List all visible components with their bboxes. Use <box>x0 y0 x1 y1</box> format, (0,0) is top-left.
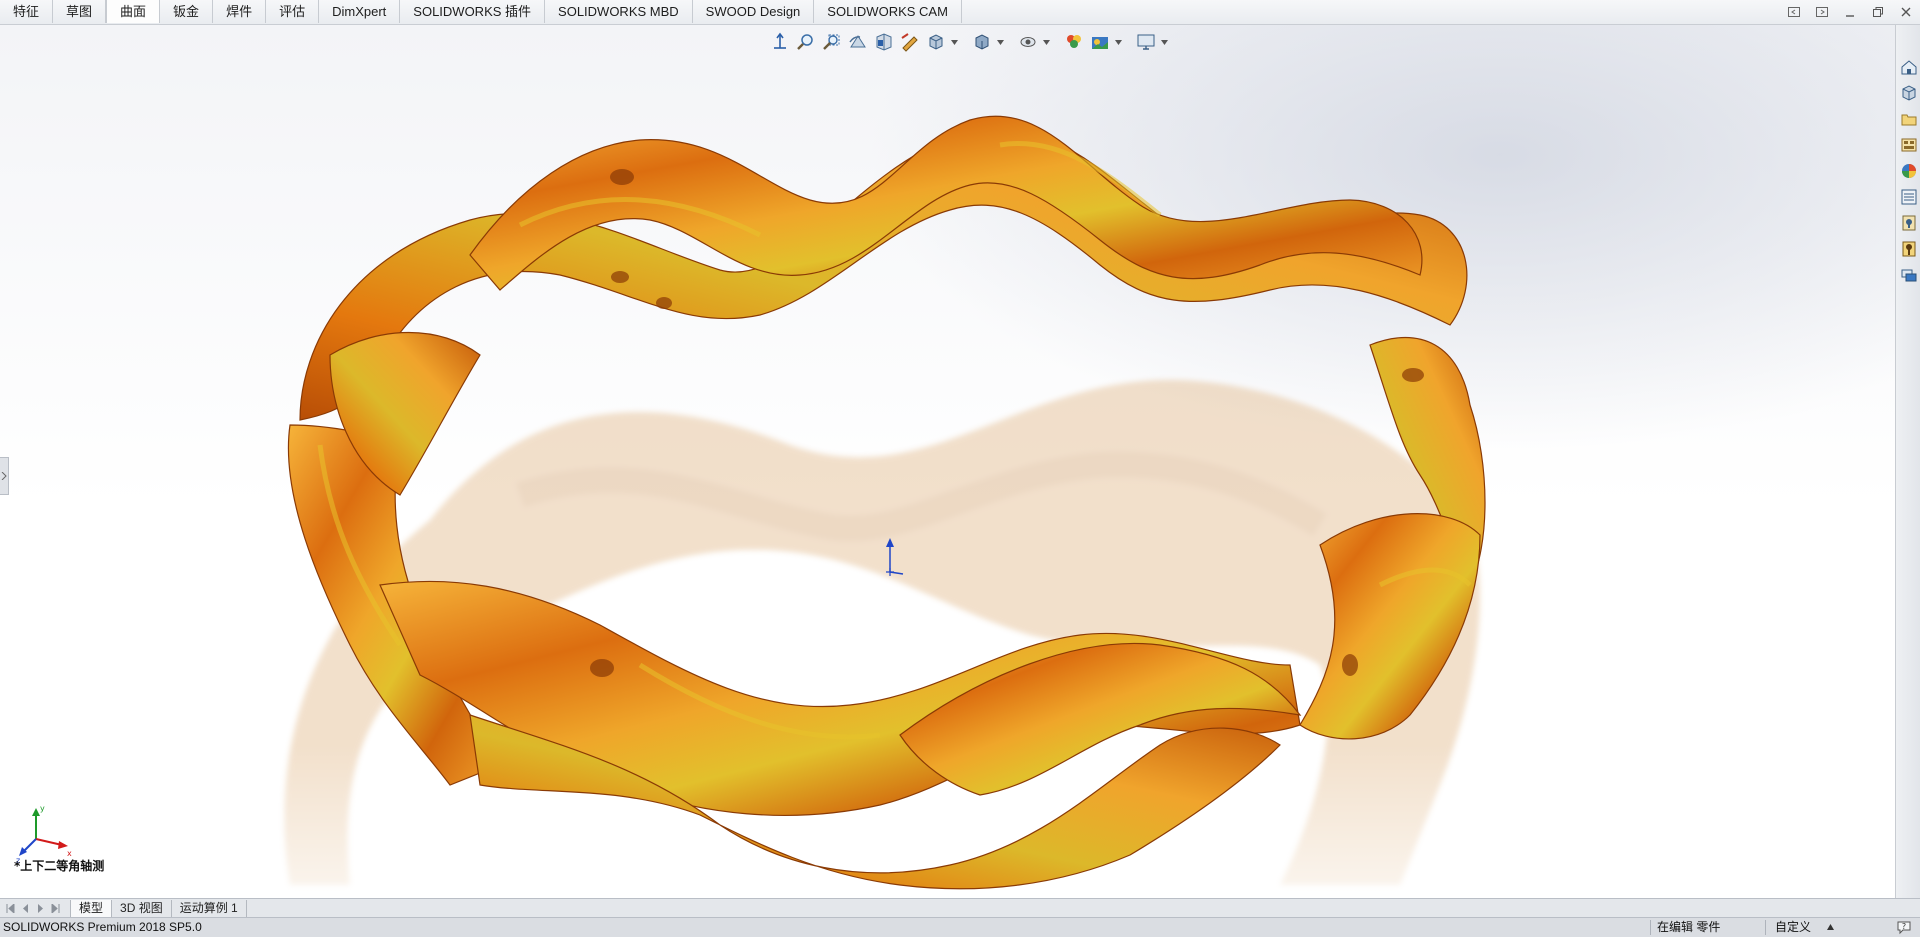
solidworks-forum-icon[interactable] <box>1897 211 1920 235</box>
bottom-tab-0[interactable]: 模型 <box>70 899 113 917</box>
appearances-scenes-icon[interactable] <box>1897 159 1920 183</box>
tab-1[interactable]: 草图 <box>53 0 107 23</box>
dynamic-annotation-icon[interactable] <box>898 30 922 54</box>
svg-text:?: ? <box>1902 922 1906 931</box>
current-view-name: *上下二等角轴测 <box>14 859 105 873</box>
edit-appearance-icon[interactable] <box>1062 30 1086 54</box>
view-palette-icon[interactable] <box>1897 133 1920 157</box>
restore-icon[interactable] <box>1864 1 1892 23</box>
view-orientation-cube-icon[interactable] <box>924 30 948 54</box>
document-window-controls <box>1780 0 1920 24</box>
tab-9[interactable]: SWOOD Design <box>693 0 815 23</box>
tab-scroll-buttons <box>3 901 62 915</box>
quick-tips-icon[interactable]: ? <box>1896 920 1912 935</box>
bottom-tab-2[interactable]: 运动算例 1 <box>172 899 247 917</box>
apply-scene-icon[interactable] <box>1088 30 1112 54</box>
reference-triad: y x z <box>16 804 72 863</box>
tile-right-icon[interactable] <box>1808 1 1836 23</box>
custom-properties-icon[interactable] <box>1897 185 1920 209</box>
chevron-down-icon[interactable] <box>1160 30 1168 54</box>
previous-tab-icon[interactable] <box>18 901 32 915</box>
tab-8[interactable]: SOLIDWORKS MBD <box>545 0 693 23</box>
tab-2[interactable]: 曲面 <box>106 0 161 23</box>
chevron-down-icon[interactable] <box>1114 30 1122 54</box>
bottom-tab-1[interactable]: 3D 视图 <box>112 899 172 917</box>
swood-icon[interactable] <box>1897 237 1920 261</box>
zoom-to-area-icon[interactable] <box>820 30 844 54</box>
tab-6[interactable]: DimXpert <box>319 0 401 23</box>
chevron-down-icon[interactable] <box>996 30 1004 54</box>
tab-5[interactable]: 评估 <box>266 0 320 23</box>
chevron-down-icon[interactable] <box>950 30 958 54</box>
chevron-down-icon[interactable] <box>1042 30 1050 54</box>
previous-view-icon[interactable] <box>846 30 870 54</box>
close-icon[interactable] <box>1892 1 1920 23</box>
product-version: SOLIDWORKS Premium 2018 SP5.0 <box>3 920 202 934</box>
chevron-right-icon <box>1 472 7 480</box>
band-back-strand <box>299 129 1468 421</box>
model-view-tabs: 模型 3D 视图 运动算例 1 <box>0 898 1920 917</box>
unit-system-selector[interactable]: 自定义 <box>1775 918 1811 937</box>
twisted-wood-bangle-model[interactable] <box>0 25 1896 898</box>
tab-10[interactable]: SOLIDWORKS CAM <box>814 0 962 23</box>
command-manager-tabbar: 特征 草图 曲面 钣金 焊件 评估 DimXpert SOLIDWORKS 插件 SOLIDWO… <box>0 0 1920 25</box>
last-tab-icon[interactable] <box>48 901 62 915</box>
tile-left-icon[interactable] <box>1780 1 1808 23</box>
section-view-icon[interactable] <box>872 30 896 54</box>
view-settings-icon[interactable] <box>1134 30 1158 54</box>
edit-mode-status: 在编辑 零件 <box>1657 920 1721 934</box>
zoom-to-fit-icon[interactable] <box>794 30 818 54</box>
first-tab-icon[interactable] <box>3 901 17 915</box>
hide-show-items-icon[interactable] <box>1016 30 1040 54</box>
tab-3[interactable]: 钣金 <box>160 0 214 23</box>
file-explorer-icon[interactable] <box>1897 107 1920 131</box>
display-style-icon[interactable] <box>970 30 994 54</box>
solidworks-resources-icon[interactable] <box>1897 55 1920 79</box>
triad-y-label: y <box>40 804 45 813</box>
bottom-tab-list: 模型 3D 视图 运动算例 1 <box>70 899 247 917</box>
next-tab-icon[interactable] <box>33 901 47 915</box>
status-bar: SOLIDWORKS Premium 2018 SP5.0 在编辑 零件 自定义… <box>0 917 1920 937</box>
tab-4[interactable]: 焊件 <box>213 0 267 23</box>
command-manager-tabs: 特征 草图 曲面 钣金 焊件 评估 DimXpert SOLIDWORKS 插件 SOLIDWO… <box>0 0 962 24</box>
minimize-icon[interactable] <box>1836 1 1864 23</box>
tab-0[interactable]: 特征 <box>0 0 54 23</box>
collaboration-icon[interactable] <box>1897 263 1920 287</box>
feature-manager-collapse-handle[interactable] <box>0 457 9 495</box>
tab-7[interactable]: SOLIDWORKS 插件 <box>400 0 546 23</box>
chevron-up-icon[interactable] <box>1827 924 1834 930</box>
design-library-icon[interactable] <box>1897 81 1920 105</box>
view-orientation-icon[interactable] <box>768 30 792 54</box>
task-pane <box>1895 25 1920 898</box>
heads-up-view-toolbar <box>768 28 1168 56</box>
graphics-area[interactable]: y x z *上下二等角轴测 <box>0 25 1896 898</box>
